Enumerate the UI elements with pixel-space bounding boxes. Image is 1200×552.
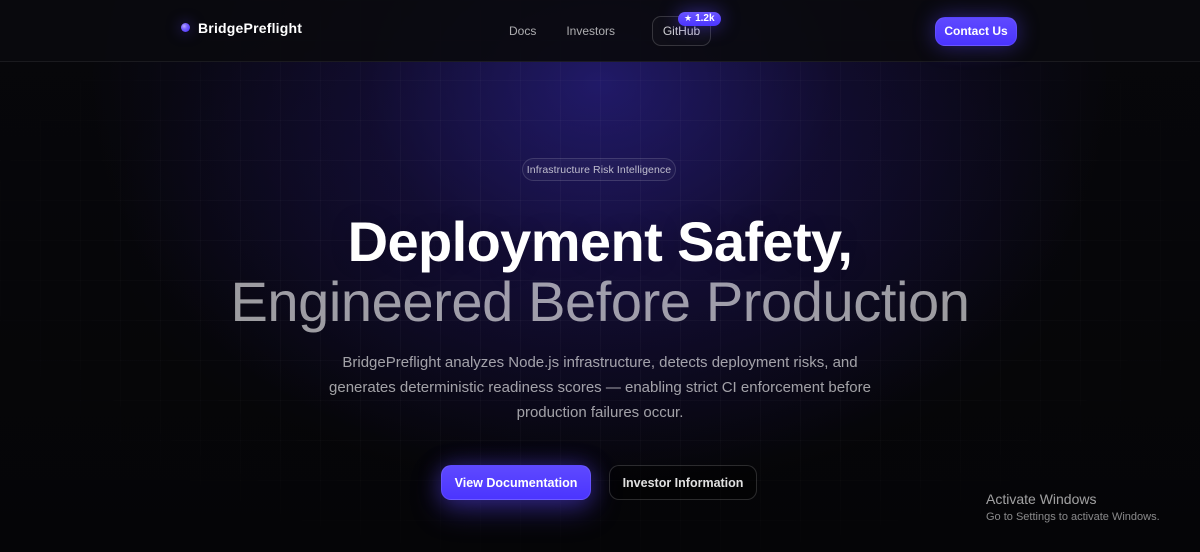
activate-windows-watermark: Activate Windows Go to Settings to activ…: [986, 490, 1160, 525]
hero-subheadline-line-2: generates deterministic readiness scores…: [329, 379, 871, 396]
nav-link-investors[interactable]: Investors: [566, 24, 615, 38]
top-nav: BridgePreflight Docs Investors GitHub ★ …: [0, 0, 1200, 62]
dot-icon: [181, 23, 190, 32]
github-stars-badge: ★ 1.2k: [678, 11, 721, 26]
landing-page: BridgePreflight Docs Investors GitHub ★ …: [0, 0, 1200, 552]
nav-link-docs[interactable]: Docs: [509, 24, 536, 38]
activate-windows-subtitle: Go to Settings to activate Windows.: [986, 511, 1160, 523]
hero-pill-label: Infrastructure Risk Intelligence: [526, 163, 672, 176]
activate-windows-title: Activate Windows: [986, 491, 1097, 507]
contact-us-button[interactable]: Contact Us: [935, 16, 1017, 46]
hero-pill: Infrastructure Risk Intelligence: [522, 158, 676, 181]
github-stars-count: 1.2k: [695, 12, 715, 24]
top-nav-inner: BridgePreflight Docs Investors GitHub ★ …: [0, 0, 1200, 62]
brand-name: BridgePreflight: [198, 19, 303, 36]
view-documentation-button[interactable]: View Documentation: [441, 465, 591, 500]
nav-links: Docs Investors: [509, 24, 615, 38]
github-label: GitHub: [662, 23, 701, 38]
hero-subheadline-line-3: production failures occur.: [516, 404, 684, 421]
hero-subheadline-line-1: BridgePreflight analyzes Node.js infrast…: [342, 354, 858, 371]
star-icon: ★: [684, 12, 693, 23]
hero-subheadline: BridgePreflight analyzes Node.js infrast…: [300, 350, 900, 425]
brand[interactable]: BridgePreflight: [181, 20, 302, 36]
hero-headline-line-2: Engineered Before Production: [230, 270, 970, 333]
investor-information-button[interactable]: Investor Information: [609, 465, 757, 500]
hero-headline-line-1: Deployment Safety,: [347, 210, 853, 273]
